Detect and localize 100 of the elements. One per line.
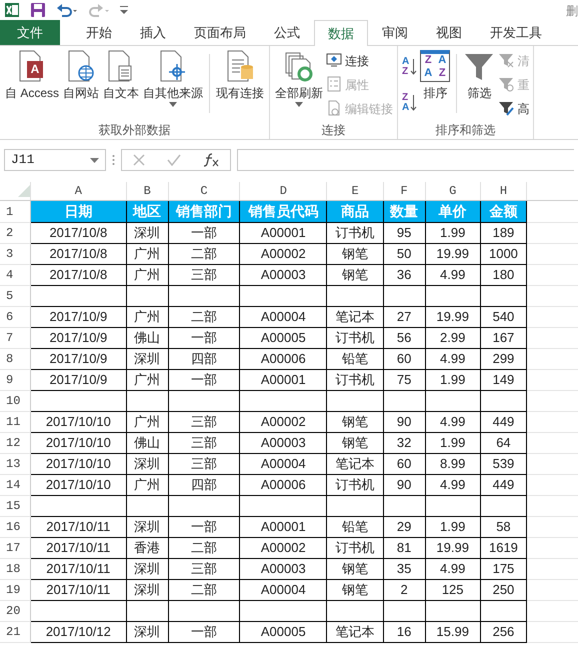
column-header[interactable]: B bbox=[126, 182, 168, 200]
link-file-icon bbox=[326, 100, 342, 118]
column-heading-cell: 金额 bbox=[480, 200, 527, 222]
row-header[interactable]: 14 bbox=[0, 474, 30, 496]
table-cell: 56 bbox=[383, 328, 426, 348]
name-box[interactable]: J11 bbox=[4, 149, 106, 171]
ribbon-button[interactable]: 高 bbox=[498, 98, 530, 120]
formula-field[interactable] bbox=[237, 149, 574, 171]
column-header[interactable]: E bbox=[326, 182, 384, 200]
table-cell: 2017/10/9 bbox=[30, 348, 126, 370]
function-icon[interactable] bbox=[203, 153, 219, 167]
column-header[interactable]: H bbox=[480, 182, 527, 200]
row-header[interactable]: 5 bbox=[0, 286, 30, 306]
row-header[interactable]: 10 bbox=[0, 390, 30, 412]
row-header[interactable]: 11 bbox=[0, 412, 30, 432]
group-label: 连接 bbox=[320, 122, 347, 139]
table-cell: 深圳 bbox=[126, 454, 168, 474]
ribbon-button[interactable]: 现有连接 bbox=[215, 50, 266, 121]
row-header[interactable]: 17 bbox=[0, 538, 30, 558]
table-cell: 180 bbox=[480, 264, 527, 286]
row-header[interactable]: 19 bbox=[0, 580, 30, 600]
filter-reapply-icon bbox=[498, 76, 514, 94]
ribbon-tab[interactable]: 公式 bbox=[260, 20, 314, 45]
table-cell: 2017/10/9 bbox=[30, 328, 126, 348]
table-cell: 4.99 bbox=[425, 264, 480, 286]
table-cell: 299 bbox=[480, 348, 527, 370]
table-cell: 钢笔 bbox=[326, 432, 384, 454]
table-cell: 笔记本 bbox=[326, 454, 384, 474]
table-cell: 香港 bbox=[126, 538, 168, 558]
table-cell: 2017/10/9 bbox=[30, 370, 126, 390]
table-cell: A00003 bbox=[240, 558, 327, 580]
grip-icon bbox=[112, 154, 115, 166]
table-cell: 一部 bbox=[168, 222, 240, 244]
row-header[interactable]: 21 bbox=[0, 622, 30, 642]
ribbon-tab[interactable]: 视图 bbox=[422, 20, 476, 45]
table-cell: 449 bbox=[480, 474, 527, 496]
table-cell: 4.99 bbox=[425, 412, 480, 432]
table-cell: 125 bbox=[425, 580, 480, 600]
row-header[interactable]: 8 bbox=[0, 348, 30, 370]
table-cell: 深圳 bbox=[126, 580, 168, 600]
ribbon-tab[interactable]: 插入 bbox=[126, 20, 180, 45]
table-cell: 笔记本 bbox=[326, 306, 384, 328]
column-heading-cell: 单价 bbox=[425, 200, 480, 222]
table-cell: 2017/10/9 bbox=[30, 306, 126, 328]
table-cell: 2017/10/11 bbox=[30, 558, 126, 580]
ribbon-tab[interactable]: 页面布局 bbox=[180, 20, 260, 45]
row-header[interactable]: 15 bbox=[0, 496, 30, 516]
undo-icon[interactable] bbox=[56, 2, 78, 18]
row-header[interactable]: 3 bbox=[0, 244, 30, 264]
ribbon-button[interactable]: 全部刷新 bbox=[274, 50, 324, 121]
column-header[interactable]: G bbox=[425, 182, 480, 200]
ribbon-button[interactable]: 自文本 bbox=[102, 50, 140, 121]
table-cell: 60 bbox=[383, 348, 426, 370]
table-cell: 149 bbox=[480, 370, 527, 390]
row-header[interactable]: 13 bbox=[0, 454, 30, 474]
table-cell: A00001 bbox=[240, 370, 327, 390]
ribbon-tab[interactable]: 审阅 bbox=[368, 20, 422, 45]
table-cell: 75 bbox=[383, 370, 426, 390]
row-header[interactable]: 2 bbox=[0, 222, 30, 244]
row-header[interactable]: 1 bbox=[0, 200, 30, 222]
ribbon-button[interactable]: 筛选 bbox=[462, 50, 496, 121]
column-header[interactable]: F bbox=[383, 182, 426, 200]
table-cell: 铅笔 bbox=[326, 348, 384, 370]
table-cell: 一部 bbox=[168, 516, 240, 538]
ribbon-button[interactable]: Z A bbox=[402, 86, 418, 120]
row-header[interactable]: 18 bbox=[0, 558, 30, 580]
table-cell: 2017/10/10 bbox=[30, 432, 126, 454]
row-header[interactable]: 16 bbox=[0, 516, 30, 538]
ribbon-button[interactable]: 连接 bbox=[326, 50, 394, 72]
table-cell: 1.99 bbox=[425, 516, 480, 538]
row-header[interactable]: 12 bbox=[0, 432, 30, 454]
ribbon-tab[interactable]: 数据 bbox=[314, 20, 368, 46]
save-icon[interactable] bbox=[30, 2, 46, 18]
row-header[interactable]: 4 bbox=[0, 264, 30, 286]
ribbon-button[interactable]: A 自 Access bbox=[4, 50, 60, 121]
ribbon-button[interactable]: A Z bbox=[402, 50, 418, 84]
column-header[interactable]: D bbox=[240, 182, 327, 200]
ribbon-button[interactable]: 自其他来源 bbox=[142, 50, 204, 121]
row-header[interactable]: 7 bbox=[0, 328, 30, 348]
sort-icon: Z A A Z bbox=[420, 50, 450, 82]
file-tab[interactable]: 文件 bbox=[0, 20, 60, 45]
ribbon-button[interactable]: Z A A Z 排序 bbox=[419, 50, 452, 121]
ribbon-tab[interactable]: 开发工具 bbox=[476, 20, 556, 45]
ribbon-tab[interactable]: 开始 bbox=[72, 20, 126, 45]
table-cell: 广州 bbox=[126, 370, 168, 390]
table-cell: 8.99 bbox=[425, 454, 480, 474]
refresh-icon bbox=[283, 50, 316, 82]
filter-clear-icon bbox=[498, 52, 514, 70]
row-header[interactable]: 9 bbox=[0, 370, 30, 390]
column-header[interactable]: A bbox=[30, 182, 126, 200]
row-header[interactable]: 20 bbox=[0, 600, 30, 622]
table-cell: 钢笔 bbox=[326, 580, 384, 600]
caret-icon[interactable] bbox=[90, 158, 99, 162]
table-cell: 二部 bbox=[168, 580, 240, 600]
ribbon-button[interactable]: 自网站 bbox=[62, 50, 100, 121]
customize-icon[interactable] bbox=[120, 5, 128, 15]
advanced-filter-icon bbox=[498, 100, 514, 118]
column-header[interactable]: C bbox=[168, 182, 240, 200]
table-cell: 四部 bbox=[168, 348, 240, 370]
row-header[interactable]: 6 bbox=[0, 306, 30, 328]
